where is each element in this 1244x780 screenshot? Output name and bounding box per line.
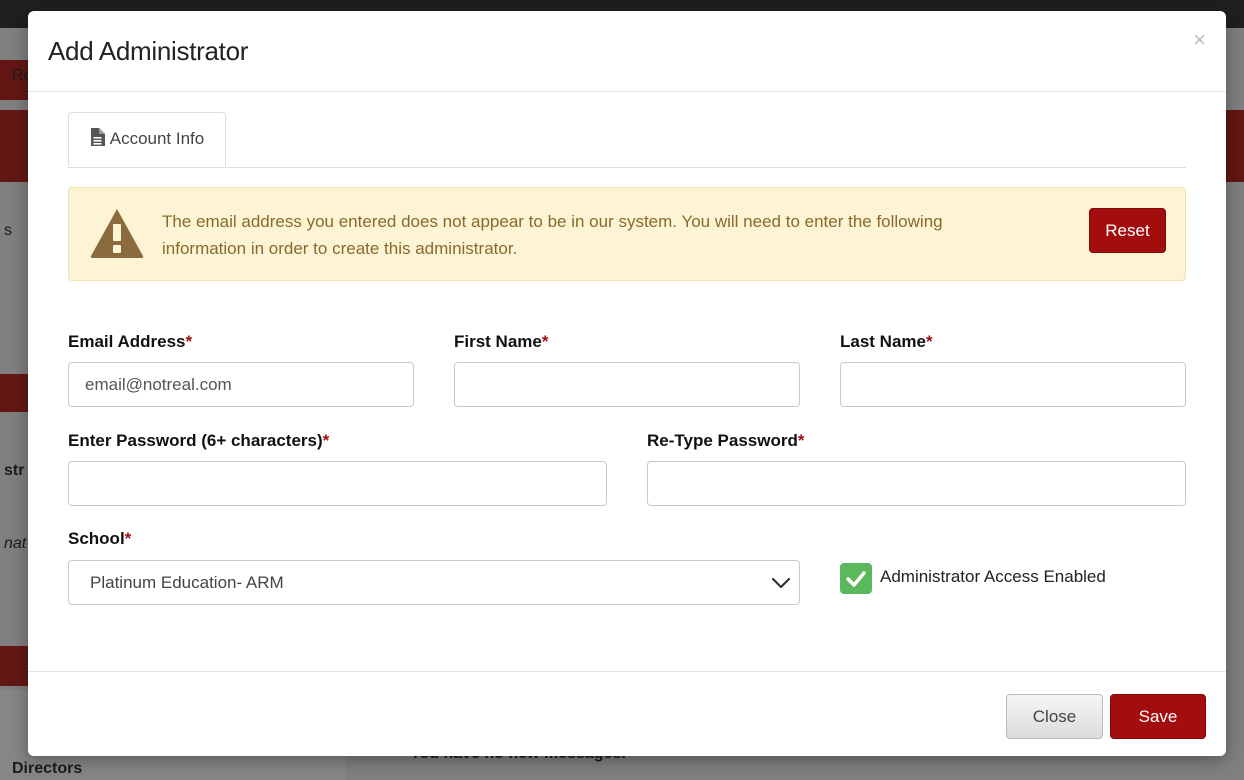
required-marker: * bbox=[541, 332, 549, 351]
retype-password-label: Re-Type Password* bbox=[647, 431, 804, 451]
warning-alert: The email address you entered does not a… bbox=[68, 187, 1186, 281]
save-button[interactable]: Save bbox=[1110, 694, 1206, 739]
close-button[interactable]: Close bbox=[1006, 694, 1103, 739]
last-name-label: Last Name* bbox=[840, 332, 933, 352]
first-name-field[interactable] bbox=[454, 362, 800, 407]
admin-access-label: Administrator Access Enabled bbox=[880, 567, 1106, 586]
password-label: Enter Password (6+ characters)* bbox=[68, 431, 329, 451]
add-administrator-modal: Add Administrator × Account Info The ema… bbox=[28, 11, 1226, 756]
retype-password-field[interactable] bbox=[647, 461, 1186, 506]
required-marker: * bbox=[925, 332, 933, 351]
school-label: School* bbox=[68, 529, 131, 549]
required-marker: * bbox=[797, 431, 805, 450]
reset-button[interactable]: Reset bbox=[1089, 208, 1166, 253]
last-name-field[interactable] bbox=[840, 362, 1186, 407]
school-select-value: Platinum Education- ARM bbox=[90, 573, 284, 592]
first-name-label: First Name* bbox=[454, 332, 549, 352]
modal-header: Add Administrator × bbox=[28, 11, 1226, 92]
tab-bar: Account Info bbox=[68, 112, 1186, 168]
tab-account-info[interactable]: Account Info bbox=[68, 112, 226, 166]
admin-access-checkbox[interactable] bbox=[840, 563, 872, 594]
check-icon bbox=[846, 571, 866, 587]
modal-footer: Close Save bbox=[28, 671, 1226, 756]
chevron-down-icon bbox=[771, 573, 791, 598]
password-label-text: Enter Password (6+ characters) bbox=[68, 431, 323, 450]
modal-title: Add Administrator bbox=[48, 36, 249, 66]
alert-message: The email address you entered does not a… bbox=[162, 212, 943, 258]
required-marker: * bbox=[185, 332, 193, 351]
last-name-label-text: Last Name bbox=[840, 332, 926, 351]
tab-label: Account Info bbox=[109, 129, 205, 148]
school-select[interactable]: Platinum Education- ARM bbox=[68, 560, 800, 605]
required-marker: * bbox=[322, 431, 330, 450]
school-label-text: School bbox=[68, 529, 125, 548]
first-name-label-text: First Name bbox=[454, 332, 542, 351]
close-icon[interactable]: × bbox=[1193, 29, 1206, 51]
document-icon bbox=[90, 127, 105, 151]
retype-password-label-text: Re-Type Password bbox=[647, 431, 798, 450]
password-field[interactable] bbox=[68, 461, 607, 506]
email-field[interactable] bbox=[68, 362, 414, 407]
email-label-text: Email Address bbox=[68, 332, 186, 351]
email-label: Email Address* bbox=[68, 332, 192, 352]
required-marker: * bbox=[124, 529, 132, 548]
warning-triangle-icon bbox=[89, 207, 145, 264]
